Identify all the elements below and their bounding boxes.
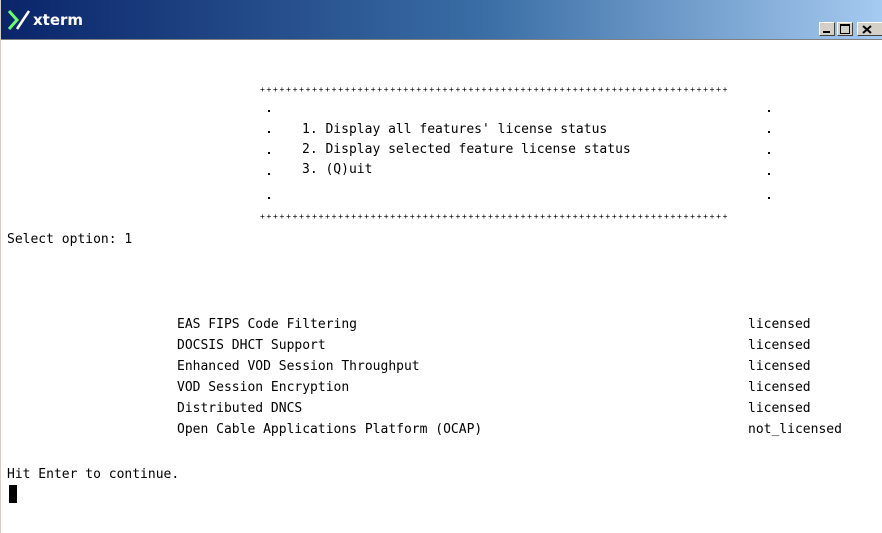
title-bar[interactable]: xterm bbox=[1, 0, 882, 40]
xterm-window: xterm ++++++++++++++++++++++++++++++++++… bbox=[0, 0, 882, 533]
menu-box-top-border: ++++++++++++++++++++++++++++++++++++++++… bbox=[260, 85, 730, 94]
minimize-icon[interactable] bbox=[819, 22, 835, 36]
menu-item: 1. Display all features' license status bbox=[302, 122, 608, 137]
maximize-icon[interactable] bbox=[837, 22, 853, 36]
feature-name: EAS FIPS Code Filtering bbox=[177, 317, 358, 332]
menu-box-bottom-border: ++++++++++++++++++++++++++++++++++++++++… bbox=[260, 212, 730, 221]
menu-box-left-dot bbox=[268, 152, 270, 154]
menu-box-right-dot bbox=[768, 173, 770, 175]
x-logo-icon bbox=[7, 10, 31, 30]
menu-item: 2. Display selected feature license stat… bbox=[302, 142, 631, 157]
select-option-prompt: Select option: 1 bbox=[7, 232, 133, 247]
feature-name: Enhanced VOD Session Throughput bbox=[177, 359, 420, 374]
feature-status: licensed bbox=[748, 359, 811, 374]
feature-name: DOCSIS DHCT Support bbox=[177, 338, 326, 353]
menu-box-right-dot bbox=[768, 110, 770, 112]
window-title: xterm bbox=[33, 11, 84, 29]
menu-item: 3. (Q)uit bbox=[302, 162, 373, 177]
text-cursor bbox=[9, 485, 17, 503]
menu-box-left-dot bbox=[268, 131, 270, 133]
feature-name: Distributed DNCS bbox=[177, 401, 303, 416]
feature-status: not_licensed bbox=[748, 422, 842, 437]
feature-status: licensed bbox=[748, 338, 811, 353]
feature-name: Open Cable Applications Platform (OCAP) bbox=[177, 422, 483, 437]
menu-box-right-dot bbox=[768, 131, 770, 133]
terminal-area[interactable]: ++++++++++++++++++++++++++++++++++++++++… bbox=[2, 40, 882, 533]
feature-status: licensed bbox=[748, 380, 811, 395]
menu-box-left-dot bbox=[268, 197, 270, 199]
menu-box-right-dot bbox=[768, 152, 770, 154]
feature-name: VOD Session Encryption bbox=[177, 380, 350, 395]
close-icon[interactable] bbox=[857, 22, 882, 36]
feature-status: licensed bbox=[748, 317, 811, 332]
continue-prompt: Hit Enter to continue. bbox=[7, 467, 180, 482]
menu-box-left-dot bbox=[268, 110, 270, 112]
menu-box-right-dot bbox=[768, 197, 770, 199]
feature-status: licensed bbox=[748, 401, 811, 416]
menu-box-left-dot bbox=[268, 173, 270, 175]
